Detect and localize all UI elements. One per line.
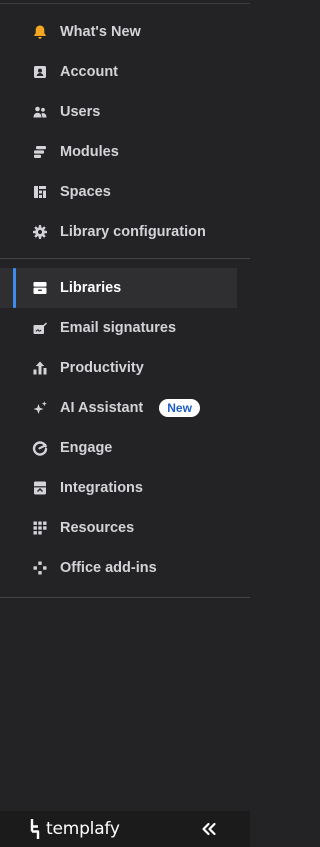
nav-item-users[interactable]: Users <box>0 92 250 132</box>
nav-label: What's New <box>60 24 141 40</box>
brand-name: templafy <box>46 819 120 839</box>
bell-icon <box>31 23 49 41</box>
double-chevron-left-icon <box>202 822 216 836</box>
collapse-sidebar-button[interactable] <box>199 820 219 838</box>
modules-icon <box>31 143 49 161</box>
nav-item-libraries[interactable]: Libraries <box>0 268 237 308</box>
nav-label: Productivity <box>60 360 144 376</box>
new-badge: New <box>159 399 200 417</box>
sidebar-footer: templafy <box>0 811 250 847</box>
nav-item-engage[interactable]: Engage <box>0 428 250 468</box>
nav-label: Engage <box>60 440 113 456</box>
nav-item-email-signatures[interactable]: Email signatures <box>0 308 250 348</box>
nav-label: Integrations <box>60 480 143 496</box>
productivity-icon <box>31 359 49 377</box>
nav-item-productivity[interactable]: Productivity <box>0 348 250 388</box>
nav-item-resources[interactable]: Resources <box>0 508 250 548</box>
nav-item-modules[interactable]: Modules <box>0 132 250 172</box>
nav-item-office-add-ins[interactable]: Office add-ins <box>0 548 250 588</box>
libraries-icon <box>31 279 49 297</box>
nav-item-account[interactable]: Account <box>0 52 250 92</box>
nav-label: Account <box>60 64 118 80</box>
nav-label: Office add-ins <box>60 560 157 576</box>
nav-item-ai-assistant[interactable]: AI Assistant New <box>0 388 250 428</box>
divider <box>0 597 250 598</box>
nav-item-library-configuration[interactable]: Library configuration <box>0 212 250 252</box>
nav-item-integrations[interactable]: Integrations <box>0 468 250 508</box>
spaces-icon <box>31 183 49 201</box>
nav-item-whats-new[interactable]: What's New <box>0 12 250 52</box>
nav-item-spaces[interactable]: Spaces <box>0 172 250 212</box>
nav-label: Libraries <box>60 280 122 296</box>
nav-label: Resources <box>60 520 135 536</box>
account-icon <box>31 63 49 81</box>
top-divider <box>0 3 250 4</box>
gear-icon <box>31 223 49 241</box>
nav-label: Modules <box>60 144 119 160</box>
addins-icon <box>31 559 49 577</box>
signature-icon <box>31 319 49 337</box>
nav-group-admin: What's New Account Users Modules Spaces … <box>0 12 250 252</box>
nav-label: Spaces <box>60 184 111 200</box>
integrations-icon <box>31 479 49 497</box>
templafy-logo[interactable]: templafy <box>28 815 120 843</box>
nav-label: AI Assistant <box>60 400 144 416</box>
users-icon <box>31 103 49 121</box>
templafy-logo-mark-icon <box>30 819 40 839</box>
nav-label: Library configuration <box>60 224 206 240</box>
nav-label: Users <box>60 104 101 120</box>
sparkle-icon <box>31 399 49 417</box>
engage-icon <box>31 439 49 457</box>
nav-label: Email signatures <box>60 320 177 336</box>
sidebar: What's New Account Users Modules Spaces … <box>0 0 250 847</box>
grid-icon <box>31 519 49 537</box>
divider <box>0 258 250 259</box>
nav-group-main: Libraries Email signatures Productivity … <box>0 268 250 588</box>
